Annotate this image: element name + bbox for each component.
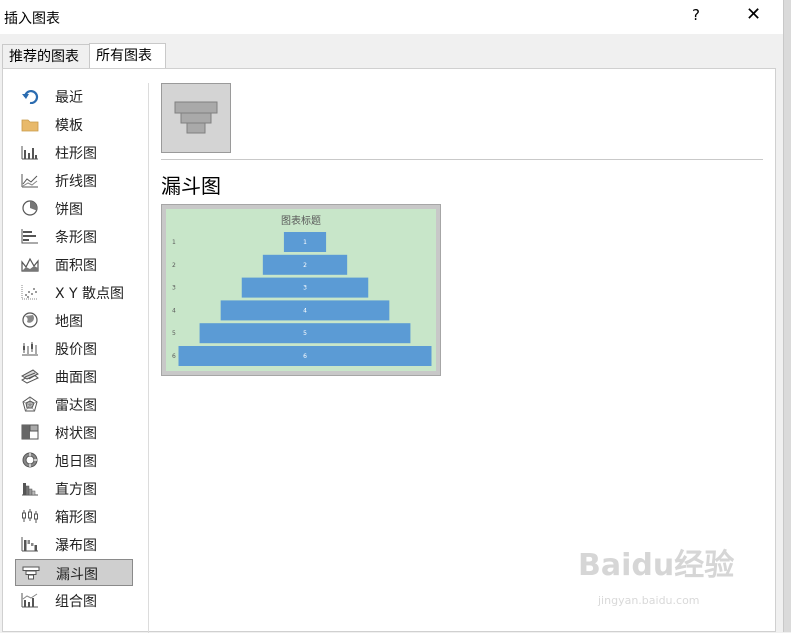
chart-preview[interactable]: 图表标题 1 1 2 2 3 3 4 4 5 5 6 6 — [161, 204, 441, 376]
chart-type-title: 漏斗图 — [161, 174, 221, 198]
chart-type-label: 模板 — [55, 118, 83, 134]
chart-type-label: 条形图 — [55, 230, 97, 246]
sunburst-icon — [21, 452, 39, 468]
chart-type-label: 箱形图 — [55, 510, 97, 526]
header-divider — [161, 159, 763, 160]
data-label: 1 — [303, 239, 307, 246]
chart-type-box-whisker[interactable]: 箱形图 — [15, 503, 133, 530]
category-label: 6 — [172, 353, 176, 360]
chart-title: 图表标题 — [281, 214, 321, 227]
chart-type-label: 面积图 — [55, 258, 97, 274]
funnel-chart: 图表标题 1 1 2 2 3 3 4 4 5 5 6 6 — [166, 209, 436, 371]
data-label: 3 — [303, 285, 307, 292]
chart-type-label: 直方图 — [55, 482, 97, 498]
funnel-icon — [22, 565, 40, 581]
chart-type-sunburst[interactable]: 旭日图 — [15, 447, 133, 474]
chart-type-label: 瀑布图 — [55, 538, 97, 554]
tab-recommended-charts[interactable]: 推荐的图表 — [2, 44, 90, 68]
combo-chart-icon — [21, 592, 39, 608]
chart-type-recent[interactable]: 最近 — [15, 83, 133, 110]
chart-type-label: 组合图 — [55, 594, 97, 610]
chart-type-label: 股价图 — [55, 342, 97, 358]
watermark-url: jingyan.baidu.com — [598, 594, 700, 607]
chart-type-label: 曲面图 — [55, 370, 97, 386]
chart-type-pie-chart[interactable]: 饼图 — [15, 195, 133, 222]
scatter-chart-icon — [21, 284, 39, 300]
background-window-edge — [783, 0, 791, 632]
chart-type-scatter-chart[interactable]: X Y 散点图 — [15, 279, 133, 306]
box-whisker-icon — [21, 508, 39, 524]
waterfall-icon — [21, 536, 39, 552]
category-label: 4 — [172, 307, 176, 314]
category-label: 2 — [172, 262, 176, 269]
category-label: 5 — [172, 330, 176, 337]
chart-type-label: 最近 — [55, 90, 83, 106]
chart-type-waterfall[interactable]: 瀑布图 — [15, 531, 133, 558]
recent-icon — [21, 88, 39, 105]
chart-type-label: 漏斗图 — [56, 567, 98, 583]
treemap-icon — [21, 424, 39, 440]
area-chart-icon — [21, 256, 39, 272]
category-label: 1 — [172, 239, 176, 246]
chart-type-line-chart[interactable]: 折线图 — [15, 167, 133, 194]
chart-type-column-chart[interactable]: 柱形图 — [15, 139, 133, 166]
chart-type-label: 旭日图 — [55, 454, 97, 470]
pie-chart-icon — [21, 200, 39, 216]
chart-type-funnel[interactable]: 漏斗图 — [15, 559, 133, 586]
help-button[interactable]: ? — [692, 6, 700, 24]
funnel-thumbnail-icon — [174, 101, 218, 134]
chart-type-label: 树状图 — [55, 426, 97, 442]
data-label: 2 — [303, 262, 307, 269]
watermark-logo: Baidu经验 — [578, 548, 735, 583]
chart-type-histogram[interactable]: 直方图 — [15, 475, 133, 502]
chart-type-area-chart[interactable]: 面积图 — [15, 251, 133, 278]
dialog-title: 插入图表 — [4, 11, 60, 27]
chart-type-surface-chart[interactable]: 曲面图 — [15, 363, 133, 390]
chart-type-stock-chart[interactable]: 股价图 — [15, 335, 133, 362]
close-button[interactable]: ✕ — [746, 4, 761, 25]
chart-type-label: 地图 — [55, 314, 83, 330]
chart-type-treemap[interactable]: 树状图 — [15, 419, 133, 446]
radar-chart-icon — [21, 396, 39, 412]
chart-type-globe[interactable]: 地图 — [15, 307, 133, 334]
data-label: 5 — [303, 330, 307, 337]
data-label: 6 — [303, 353, 307, 360]
chart-type-label: 折线图 — [55, 174, 97, 190]
column-chart-icon — [21, 144, 39, 160]
stock-chart-icon — [21, 340, 39, 356]
chart-type-label: 柱形图 — [55, 146, 97, 162]
bar-chart-icon — [21, 228, 39, 244]
tab-all-charts[interactable]: 所有图表 — [89, 43, 166, 69]
chart-type-combo-chart[interactable]: 组合图 — [15, 587, 133, 614]
category-label: 3 — [172, 285, 176, 292]
globe-icon — [21, 312, 39, 328]
surface-chart-icon — [20, 368, 39, 384]
chart-type-label: X Y 散点图 — [55, 286, 125, 302]
line-chart-icon — [21, 172, 39, 188]
funnel-subtype-thumbnail[interactable] — [161, 83, 231, 153]
chart-type-bar-chart[interactable]: 条形图 — [15, 223, 133, 250]
chart-type-label: 雷达图 — [55, 398, 97, 414]
histogram-icon — [21, 480, 39, 496]
chart-type-label: 饼图 — [55, 202, 83, 218]
chart-type-folder[interactable]: 模板 — [15, 111, 133, 138]
chart-type-radar-chart[interactable]: 雷达图 — [15, 391, 133, 418]
folder-icon — [21, 116, 39, 132]
sidebar-divider — [148, 83, 149, 633]
dialog-title-bar: 插入图表 ? ✕ — [0, 0, 791, 34]
data-label: 4 — [303, 307, 307, 314]
